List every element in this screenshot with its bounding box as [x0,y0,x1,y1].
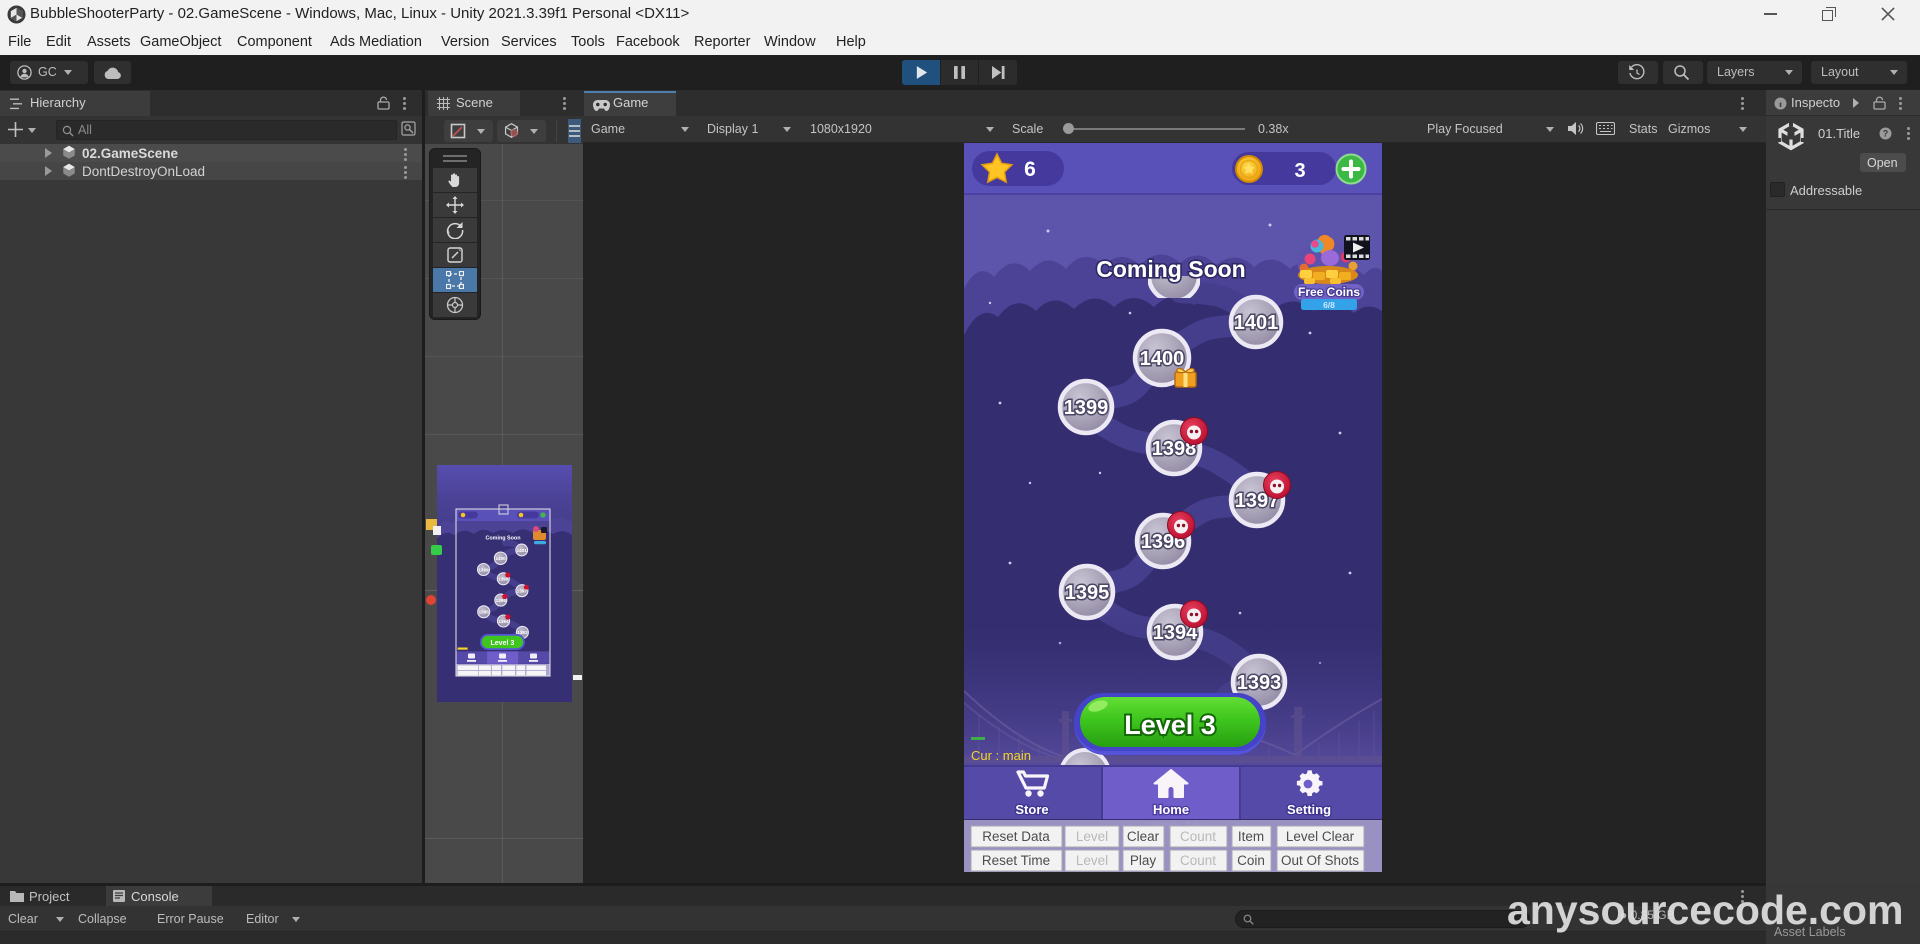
svg-text:1394: 1394 [498,619,509,624]
svg-text:1400: 1400 [495,556,506,561]
svg-text:Item: Item [1238,829,1264,844]
svg-text:1393: 1393 [1237,672,1282,694]
svg-text:1401: 1401 [517,548,528,553]
svg-text:?: ? [1883,129,1889,139]
svg-text:Level: Level [1076,829,1108,844]
svg-text:Coin: Coin [1237,853,1265,868]
svg-text:Level Clear: Level Clear [1286,829,1355,844]
svg-text:Play: Play [1130,853,1157,868]
svg-text:Out Of Shots: Out Of Shots [1281,853,1359,868]
svg-text:1398: 1398 [498,577,509,582]
svg-text:6/8: 6/8 [1323,300,1335,310]
svg-text:1399: 1399 [1064,397,1109,419]
svg-text:Count: Count [1180,853,1216,868]
svg-text:1395: 1395 [1065,582,1110,604]
svg-text:Clear: Clear [1127,829,1160,844]
svg-text:Free Coins: Free Coins [1298,285,1360,299]
svg-text:Home: Home [1153,802,1189,817]
svg-text:Coming Soon: Coming Soon [1096,256,1245,282]
svg-text:1399: 1399 [478,567,489,572]
svg-text:1396: 1396 [496,598,507,603]
svg-text:Level 3: Level 3 [491,640,515,647]
svg-text:Level 3: Level 3 [1124,710,1216,740]
svg-text:Store: Store [1015,802,1048,817]
svg-text:Cur : main: Cur : main [971,748,1031,763]
svg-text:Count: Count [1180,829,1216,844]
svg-text:Level: Level [1076,853,1108,868]
svg-text:Reset Time: Reset Time [982,853,1050,868]
svg-text:Coming Soon: Coming Soon [485,536,520,542]
svg-text:1395: 1395 [479,610,490,615]
svg-text:1401: 1401 [1234,312,1279,334]
svg-text:Reset Data: Reset Data [982,829,1050,844]
svg-text:1400: 1400 [1140,348,1185,370]
svg-text:6: 6 [1024,158,1036,181]
svg-text:Setting: Setting [1287,802,1331,817]
svg-text:1397: 1397 [517,589,528,594]
svg-text:3: 3 [1294,160,1305,182]
